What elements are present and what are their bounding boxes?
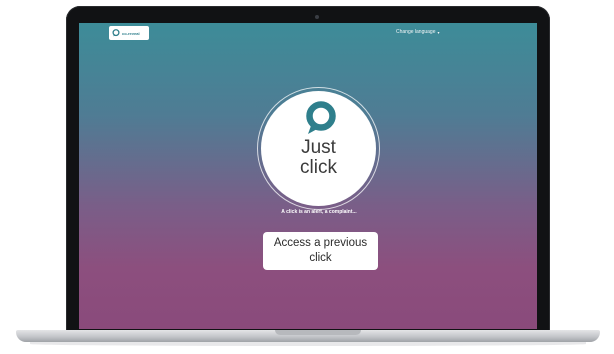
caret-down-icon: ▾: [437, 29, 440, 35]
app-logo[interactable]: co-reveal: [109, 26, 149, 40]
hero-title-line2: click: [300, 157, 337, 178]
camera-icon: [315, 15, 319, 19]
laptop-mockup: co-reveal Change language ▾ Just click A…: [0, 0, 614, 354]
speech-bubble-icon: [306, 101, 336, 134]
change-language-label: Change language: [396, 29, 436, 35]
change-language-dropdown[interactable]: Change language ▾: [396, 29, 440, 35]
laptop-base-notch: [275, 330, 361, 335]
logo-text: co-reveal: [122, 30, 140, 36]
hero-tagline: A click is an alert, a complaint...: [281, 209, 357, 215]
access-previous-click-button[interactable]: Access a previous click: [263, 232, 378, 270]
hero-title-line1: Just: [301, 137, 336, 158]
laptop-shadow: [30, 342, 586, 346]
logo-bubble-icon: [112, 29, 120, 37]
